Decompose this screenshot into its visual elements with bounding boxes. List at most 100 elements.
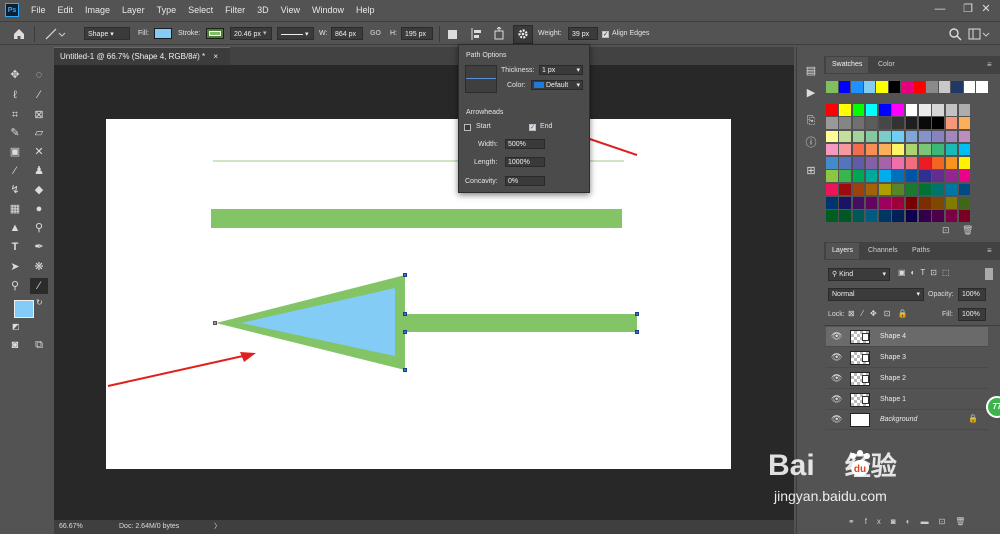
color-swatch[interactable] (919, 117, 931, 129)
status-menu-icon[interactable]: 〉 (214, 520, 221, 534)
color-swatch[interactable] (826, 183, 838, 196)
color-swatch[interactable] (905, 183, 918, 196)
color-swatch[interactable] (945, 104, 958, 116)
color-swatch[interactable] (852, 104, 865, 116)
color-swatch[interactable] (932, 183, 944, 196)
color-swatch[interactable] (865, 197, 878, 209)
new-swatch-icon[interactable]: ⊡ (942, 225, 950, 236)
color-swatch[interactable] (865, 157, 878, 169)
lock-icons[interactable]: ⊠⁄✥⊡🔒 (848, 309, 914, 318)
color-swatch[interactable] (839, 104, 851, 116)
color-swatch[interactable] (865, 170, 878, 182)
anchor-point[interactable] (403, 312, 407, 316)
color-swatch[interactable] (826, 81, 838, 93)
color-swatch[interactable] (958, 143, 971, 156)
layer-row[interactable]: 👁 Background 🔒 (826, 410, 988, 430)
anchor-point[interactable] (213, 321, 217, 325)
color-swatch[interactable] (863, 81, 875, 93)
color-swatch[interactable] (958, 130, 971, 143)
color-swatch[interactable] (919, 170, 931, 182)
color-swatch[interactable] (839, 130, 851, 143)
color-swatch[interactable] (919, 130, 931, 143)
fill-opacity-field[interactable]: 100% (958, 308, 986, 321)
color-swatch[interactable] (945, 143, 958, 156)
visibility-eye-icon[interactable]: 👁 (831, 352, 842, 363)
anchor-point[interactable] (635, 312, 639, 316)
concavity-field[interactable]: 0% (505, 176, 545, 186)
tab-color[interactable]: Color (872, 57, 901, 73)
color-swatch[interactable] (945, 183, 958, 196)
color-swatch[interactable] (826, 117, 838, 129)
color-swatch[interactable] (938, 81, 950, 93)
color-swatch[interactable] (905, 197, 918, 209)
color-swatch[interactable] (892, 130, 904, 143)
color-swatch[interactable] (963, 81, 975, 93)
color-swatch[interactable] (892, 117, 904, 129)
anchor-point[interactable] (635, 330, 639, 334)
color-swatch[interactable] (865, 143, 878, 156)
color-swatch[interactable] (852, 183, 865, 196)
color-swatch[interactable] (945, 157, 958, 169)
color-swatch[interactable] (905, 143, 918, 156)
color-swatch[interactable] (932, 117, 944, 129)
character-icon[interactable]: ⊞ (802, 163, 820, 179)
color-swatch[interactable] (958, 197, 971, 209)
delete-swatch-icon[interactable]: 🗑 (962, 225, 973, 236)
color-swatch[interactable] (879, 183, 891, 196)
anchor-point[interactable] (403, 273, 407, 277)
color-swatch[interactable] (865, 130, 878, 143)
color-swatch[interactable] (826, 197, 838, 209)
color-swatch[interactable] (905, 104, 918, 116)
history-icon[interactable]: ▤ (802, 63, 820, 79)
color-swatch[interactable] (879, 210, 891, 222)
color-swatch[interactable] (839, 143, 851, 156)
color-swatch[interactable] (945, 130, 958, 143)
color-swatch[interactable] (919, 197, 931, 209)
start-checkbox[interactable] (464, 124, 471, 131)
color-swatch[interactable] (905, 130, 918, 143)
layer-row[interactable]: 👁 Shape 3 (826, 348, 988, 368)
color-swatch[interactable] (932, 170, 944, 182)
kind-filter-select[interactable]: ⚲ Kind ▾ (828, 268, 890, 281)
color-swatch[interactable] (951, 81, 963, 93)
color-swatch[interactable] (838, 81, 850, 93)
color-swatch[interactable] (826, 143, 838, 156)
opacity-field[interactable]: 100% (958, 288, 986, 301)
color-select[interactable]: Default ▾ (531, 80, 583, 90)
color-swatch[interactable] (932, 143, 944, 156)
layers-menu-icon[interactable]: ≡ (987, 246, 992, 255)
color-swatch[interactable] (926, 81, 938, 93)
layer-row[interactable]: 👁 Shape 4 (826, 327, 988, 347)
info-icon[interactable]: ⓘ (802, 135, 820, 151)
layer-row[interactable]: 👁 Shape 2 (826, 369, 988, 389)
color-swatch[interactable] (826, 210, 838, 222)
color-swatch[interactable] (852, 197, 865, 209)
anchor-point[interactable] (403, 330, 407, 334)
color-swatch[interactable] (905, 210, 918, 222)
anchor-point[interactable] (403, 368, 407, 372)
color-swatch[interactable] (865, 117, 878, 129)
color-swatch[interactable] (901, 81, 913, 93)
color-swatch[interactable] (892, 143, 904, 156)
color-swatch[interactable] (852, 157, 865, 169)
properties-icon[interactable]: ⎘ (802, 113, 820, 129)
color-swatch[interactable] (879, 157, 891, 169)
color-swatch[interactable] (852, 170, 865, 182)
color-swatch[interactable] (879, 197, 891, 209)
tab-layers[interactable]: Layers (826, 243, 860, 259)
swatches-menu-icon[interactable]: ≡ (987, 60, 992, 69)
visibility-eye-icon[interactable]: 👁 (831, 394, 842, 405)
color-swatch[interactable] (879, 117, 891, 129)
color-swatch[interactable] (945, 170, 958, 182)
color-swatch[interactable] (932, 210, 944, 222)
color-swatch[interactable] (865, 183, 878, 196)
color-swatch[interactable] (905, 170, 918, 182)
actions-play-icon[interactable]: ▶ (802, 85, 820, 101)
color-swatch[interactable] (879, 170, 891, 182)
color-swatch[interactable] (892, 197, 904, 209)
color-swatch[interactable] (958, 210, 971, 222)
color-swatch[interactable] (958, 117, 971, 129)
color-swatch[interactable] (958, 104, 971, 116)
arrow-length-field[interactable]: 1000% (505, 157, 545, 167)
color-swatch[interactable] (945, 210, 958, 222)
